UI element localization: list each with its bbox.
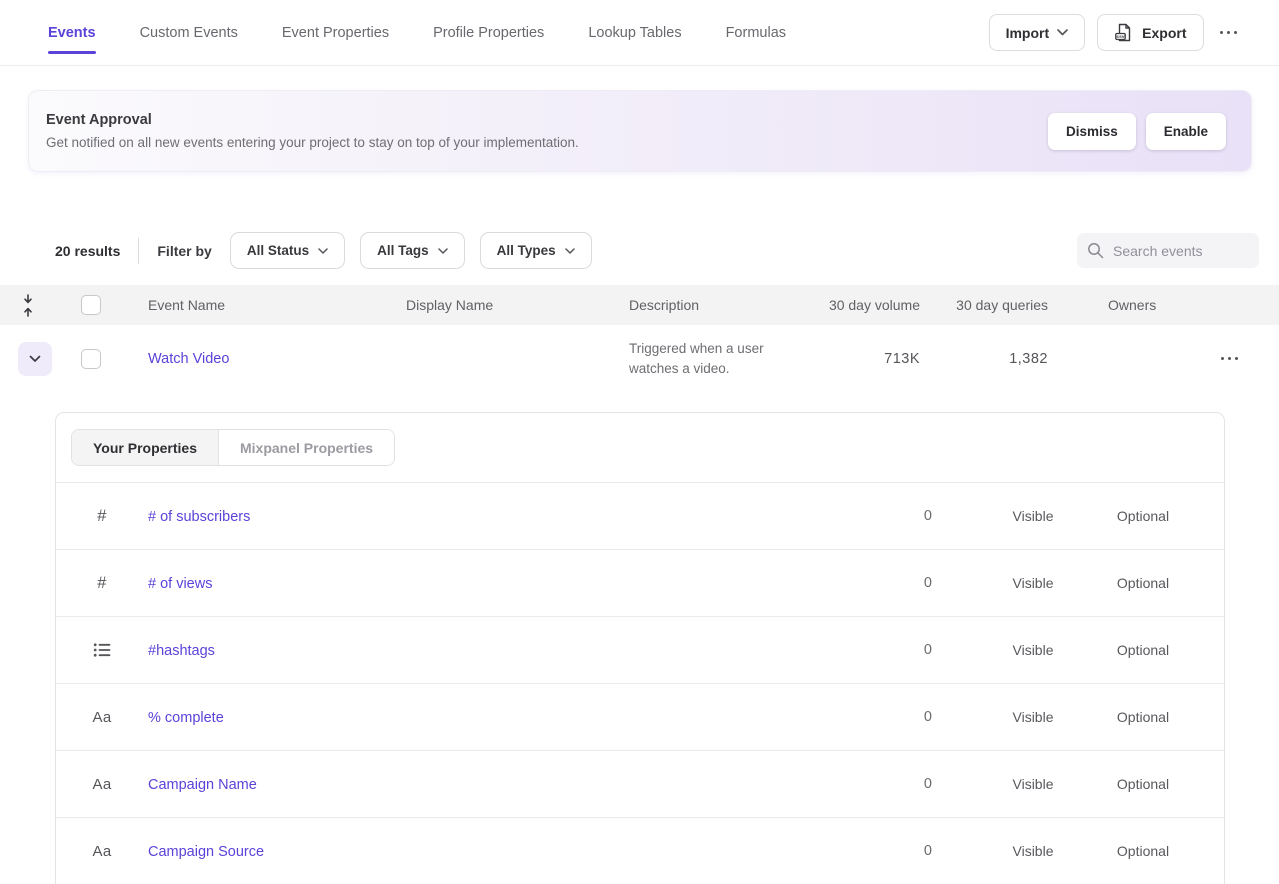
row-queries: 1,382	[920, 351, 1048, 367]
property-queries: 0	[868, 843, 978, 859]
property-status: Optional	[1088, 508, 1198, 524]
chevron-down-icon	[438, 248, 448, 254]
search-events-box[interactable]	[1077, 233, 1259, 268]
property-name-link[interactable]: Campaign Name	[148, 777, 257, 793]
header-volume: 30 day volume	[805, 297, 920, 313]
status-filter-label: All Status	[247, 243, 309, 258]
properties-panel-header: Your Properties Mixpanel Properties	[56, 413, 1224, 482]
select-all-checkbox[interactable]	[81, 295, 101, 315]
search-events-input[interactable]	[1113, 243, 1249, 259]
events-table-header: Event Name Display Name Description 30 d…	[0, 285, 1279, 325]
top-nav: Events Custom Events Event Properties Pr…	[0, 0, 1279, 66]
nav-actions: Import csv Export	[989, 14, 1241, 51]
event-approval-banner: Event Approval Get notified on all new e…	[28, 90, 1252, 172]
status-filter-dropdown[interactable]: All Status	[230, 232, 345, 269]
row-expander-button[interactable]	[18, 342, 52, 376]
tags-filter-dropdown[interactable]: All Tags	[360, 232, 465, 269]
property-visibility: Visible	[978, 642, 1088, 658]
property-row: # # of subscribers 0 Visible Optional	[56, 482, 1224, 549]
chevron-down-icon	[29, 355, 41, 363]
export-button[interactable]: csv Export	[1097, 14, 1203, 51]
property-row: Aa % complete 0 Visible Optional	[56, 683, 1224, 750]
header-event-name: Event Name	[130, 297, 406, 313]
tab-your-properties[interactable]: Your Properties	[72, 430, 219, 465]
enable-button[interactable]: Enable	[1146, 113, 1226, 150]
text-type-icon: Aa	[56, 843, 148, 860]
chevron-down-icon	[1057, 29, 1068, 36]
text-type-icon: Aa	[56, 709, 148, 726]
event-name-link[interactable]: Watch Video	[148, 351, 229, 367]
property-visibility: Visible	[978, 508, 1088, 524]
text-type-icon: Aa	[56, 776, 148, 793]
tags-filter-label: All Tags	[377, 243, 429, 258]
filter-toolbar: 20 results Filter by All Status All Tags…	[55, 232, 1259, 269]
row-checkbox[interactable]	[81, 349, 101, 369]
property-row: # # of views 0 Visible Optional	[56, 549, 1224, 616]
row-volume: 713K	[805, 351, 920, 367]
properties-panel: Your Properties Mixpanel Properties # # …	[55, 412, 1225, 884]
tab-event-properties[interactable]: Event Properties	[282, 25, 389, 41]
banner-title: Event Approval	[46, 112, 579, 128]
types-filter-label: All Types	[497, 243, 556, 258]
property-queries: 0	[868, 508, 978, 524]
property-visibility: Visible	[978, 575, 1088, 591]
row-description: Triggered when a user watches a video.	[629, 339, 805, 379]
header-description: Description	[629, 297, 805, 313]
property-name-link[interactable]: #hashtags	[148, 643, 215, 659]
number-type-icon: #	[56, 507, 148, 526]
svg-text:csv: csv	[1117, 35, 1125, 40]
search-icon	[1087, 242, 1104, 259]
results-count: 20 results	[55, 243, 120, 259]
property-queries: 0	[868, 776, 978, 792]
banner-actions: Dismiss Enable	[1048, 113, 1226, 150]
banner-description: Get notified on all new events entering …	[46, 135, 579, 150]
property-queries: 0	[868, 642, 978, 658]
more-menu-icon[interactable]	[1216, 25, 1242, 41]
property-name-link[interactable]: Campaign Source	[148, 844, 264, 860]
property-name-link[interactable]: # of views	[148, 576, 212, 592]
header-queries: 30 day queries	[920, 297, 1048, 313]
properties-tab-control: Your Properties Mixpanel Properties	[71, 429, 395, 466]
tab-events[interactable]: Events	[48, 25, 96, 41]
property-name-link[interactable]: % complete	[148, 710, 224, 726]
header-display-name: Display Name	[406, 297, 629, 313]
import-button-label: Import	[1006, 25, 1050, 41]
property-row: Aa Campaign Source 0 Visible Optional	[56, 817, 1224, 884]
property-status: Optional	[1088, 776, 1198, 792]
property-name-link[interactable]: # of subscribers	[148, 509, 250, 525]
property-status: Optional	[1088, 642, 1198, 658]
property-visibility: Visible	[978, 843, 1088, 859]
nav-tabs: Events Custom Events Event Properties Pr…	[48, 25, 786, 41]
divider	[138, 238, 139, 264]
tab-mixpanel-properties[interactable]: Mixpanel Properties	[219, 430, 394, 465]
export-button-label: Export	[1142, 25, 1186, 41]
property-row: #hashtags 0 Visible Optional	[56, 616, 1224, 683]
tab-lookup-tables[interactable]: Lookup Tables	[588, 25, 681, 41]
banner-text: Event Approval Get notified on all new e…	[46, 112, 579, 150]
dismiss-button[interactable]: Dismiss	[1048, 113, 1136, 150]
property-visibility: Visible	[978, 776, 1088, 792]
header-owners: Owners	[1048, 297, 1180, 313]
number-type-icon: #	[56, 574, 148, 593]
filter-by-label: Filter by	[157, 243, 211, 259]
event-row-watch-video: Watch Video Triggered when a user watche…	[0, 325, 1279, 392]
list-type-icon	[56, 642, 148, 658]
csv-file-icon: csv	[1114, 22, 1134, 43]
chevron-down-icon	[565, 248, 575, 254]
chevron-down-icon	[318, 248, 328, 254]
tab-profile-properties[interactable]: Profile Properties	[433, 25, 544, 41]
import-button[interactable]: Import	[989, 14, 1086, 51]
property-visibility: Visible	[978, 709, 1088, 725]
property-status: Optional	[1088, 575, 1198, 591]
tab-custom-events[interactable]: Custom Events	[140, 25, 238, 41]
types-filter-dropdown[interactable]: All Types	[480, 232, 592, 269]
row-more-menu-icon[interactable]	[1217, 351, 1243, 367]
tab-formulas[interactable]: Formulas	[726, 25, 786, 41]
property-status: Optional	[1088, 709, 1198, 725]
property-status: Optional	[1088, 843, 1198, 859]
collapse-all-icon[interactable]	[0, 294, 56, 317]
property-queries: 0	[868, 575, 978, 591]
property-row: Aa Campaign Name 0 Visible Optional	[56, 750, 1224, 817]
property-queries: 0	[868, 709, 978, 725]
